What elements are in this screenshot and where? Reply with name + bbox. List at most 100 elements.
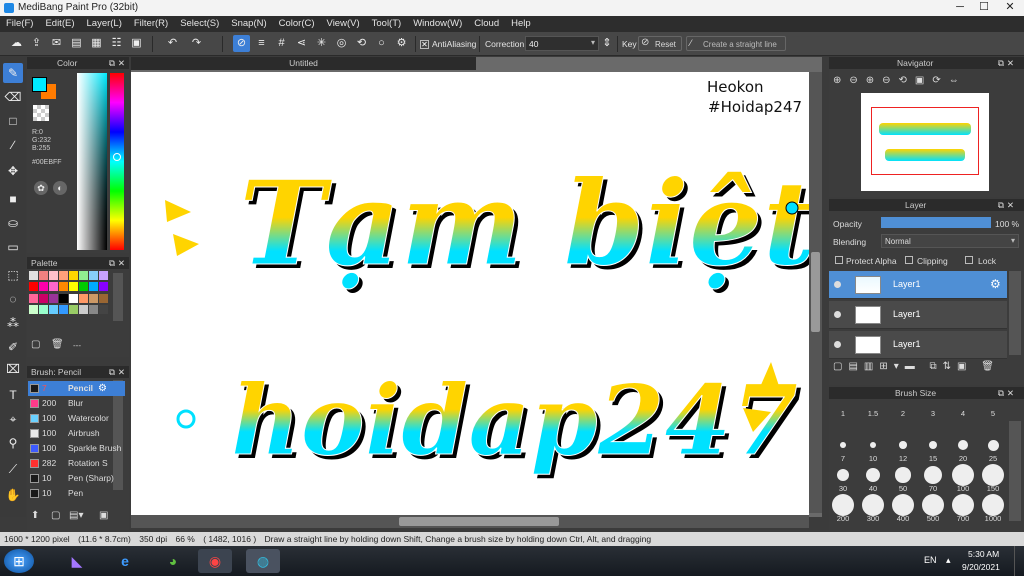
brush-size-option[interactable]: 150 xyxy=(979,463,1007,493)
brush-size-option[interactable]: 15 xyxy=(919,433,947,463)
eye-icon[interactable] xyxy=(834,341,841,348)
lock-checkbox[interactable] xyxy=(965,256,973,264)
snap-circle-icon[interactable]: ○ xyxy=(373,35,390,52)
palette-swatch[interactable] xyxy=(69,271,78,280)
minimize-button[interactable]: ─ xyxy=(948,0,972,16)
palette-swatch[interactable] xyxy=(99,282,108,292)
snap-off-icon[interactable]: ⊘ xyxy=(233,35,250,52)
palette-swatch[interactable] xyxy=(29,271,38,280)
straight-line-button[interactable]: ⁄ Create a straight line xyxy=(686,36,786,51)
close-icon[interactable]: ✕ xyxy=(1007,57,1014,69)
close-icon[interactable]: ✕ xyxy=(1007,199,1014,211)
color-history-icon[interactable]: ◐ xyxy=(53,181,67,195)
snap-settings-icon[interactable]: ⚙ xyxy=(393,35,410,52)
reset-button[interactable]: ⊘ Reset xyxy=(638,36,682,51)
save-icon[interactable]: ▣ xyxy=(128,35,145,52)
close-button[interactable]: ✕ xyxy=(998,0,1022,16)
rectangle-tool-icon[interactable]: □ xyxy=(3,111,23,131)
brush-size-option[interactable]: 1 xyxy=(829,403,857,431)
undock-icon[interactable]: ⧉ xyxy=(998,57,1004,69)
brush-size-option[interactable]: 4 xyxy=(949,403,977,431)
palette-swatch[interactable] xyxy=(39,282,48,292)
menu-cloud[interactable]: Cloud xyxy=(468,16,505,32)
brush-size-option[interactable]: 7 xyxy=(829,433,857,463)
palette-swatch[interactable] xyxy=(49,271,58,280)
bucket-tool-icon[interactable]: ⛀ xyxy=(3,213,23,233)
brush-size-option[interactable]: 50 xyxy=(889,463,917,493)
palette-swatch[interactable] xyxy=(39,293,48,303)
gear-icon[interactable]: ⚙ xyxy=(98,381,107,396)
palette-swatch[interactable] xyxy=(59,282,68,292)
palette-swatch[interactable] xyxy=(89,293,98,303)
share-icon[interactable]: ⇪ xyxy=(28,35,45,52)
drawing-canvas[interactable]: Tạm biệt Tạm biệt hoidap247 hoidap247 He… xyxy=(131,72,809,515)
transparent-swatch[interactable] xyxy=(33,105,49,121)
palette-swatch[interactable] xyxy=(69,304,78,314)
brush-size-option[interactable]: 20 xyxy=(949,433,977,463)
brush-size-option[interactable]: 3 xyxy=(919,403,947,431)
clock-time[interactable]: 5:30 AM xyxy=(968,549,999,559)
menu-tool[interactable]: Tool(T) xyxy=(366,16,408,32)
antialiasing-checkbox[interactable]: ✕ xyxy=(420,40,429,49)
comment-icon[interactable]: ✉ xyxy=(48,35,65,52)
blending-select[interactable]: Normal ▾ xyxy=(881,234,1019,248)
menu-snap[interactable]: Snap(N) xyxy=(225,16,272,32)
fill-rectangle-icon[interactable]: ■ xyxy=(3,189,23,209)
clipping-checkbox[interactable] xyxy=(905,256,913,264)
layer-toolbar[interactable]: ▢▤▥⊞▾▬ ⧉⇅▣ 🗑 xyxy=(833,361,1000,372)
gradation-tool-icon[interactable]: ▭ xyxy=(3,237,23,257)
opacity-slider[interactable] xyxy=(881,217,991,228)
brush-item[interactable]: 100 Sparkle Brush xyxy=(28,441,125,456)
brush-size-option[interactable]: 30 xyxy=(829,463,857,493)
palette-swatch[interactable] xyxy=(99,271,108,280)
snap-radial-icon[interactable]: ✳ xyxy=(313,35,330,52)
brush-size-option[interactable]: 12 xyxy=(889,433,917,463)
color-wheel-icon[interactable]: ✿ xyxy=(34,181,48,195)
snap-grid-icon[interactable]: # xyxy=(273,35,290,52)
vertical-scrollbar[interactable] xyxy=(809,72,822,513)
close-icon[interactable]: ✕ xyxy=(118,366,125,378)
cloud-icon[interactable]: ☁ xyxy=(8,35,25,52)
eye-icon[interactable] xyxy=(834,281,841,288)
brush-size-option[interactable]: 40 xyxy=(859,463,887,493)
brush-size-option[interactable]: 25 xyxy=(979,433,1007,463)
brush-size-option[interactable]: 700 xyxy=(949,493,977,523)
internet-explorer-icon[interactable]: e xyxy=(108,549,142,573)
palette-swatch[interactable] xyxy=(79,271,88,280)
layer-row[interactable]: Layer1 xyxy=(829,331,1007,359)
palette-swatch[interactable] xyxy=(89,282,98,292)
menu-help[interactable]: Help xyxy=(505,16,537,32)
hue-handle[interactable] xyxy=(113,153,121,161)
language-indicator[interactable]: EN xyxy=(924,555,937,565)
palette-swatch[interactable] xyxy=(59,293,68,303)
layer-scrollbar[interactable] xyxy=(1009,271,1021,355)
menu-file[interactable]: File(F) xyxy=(0,16,39,32)
undock-icon[interactable]: ⧉ xyxy=(998,199,1004,211)
palette-swatch[interactable] xyxy=(29,293,38,303)
layer-row[interactable]: Layer1 xyxy=(829,301,1007,329)
snap-curve-icon[interactable]: ⟲ xyxy=(353,35,370,52)
dot-tool-icon[interactable]: ∕ xyxy=(3,135,23,155)
visual-studio-icon[interactable]: ◣ xyxy=(60,549,94,573)
brush-size-option[interactable]: 500 xyxy=(919,493,947,523)
menu-color[interactable]: Color(C) xyxy=(273,16,321,32)
layer-row[interactable]: Layer1 ⚙ xyxy=(829,271,1007,299)
brush-size-option[interactable]: 300 xyxy=(859,493,887,523)
main-color-swatch[interactable] xyxy=(32,77,47,92)
menu-layer[interactable]: Layer(L) xyxy=(81,16,128,32)
maximize-button[interactable]: ☐ xyxy=(972,0,996,16)
open-file-icon[interactable]: ▦ xyxy=(88,35,105,52)
palette-swatch[interactable] xyxy=(49,293,58,303)
horizontal-scroll-thumb[interactable] xyxy=(399,517,559,526)
undock-icon[interactable]: ⧉ xyxy=(109,257,115,269)
palette-swatch[interactable] xyxy=(79,304,88,314)
brush-size-option[interactable]: 100 xyxy=(949,463,977,493)
move-tool-icon[interactable]: ✥ xyxy=(3,161,23,181)
undock-icon[interactable]: ⧉ xyxy=(998,387,1004,399)
palette-scrollbar[interactable] xyxy=(113,273,123,321)
palette-swatch[interactable] xyxy=(39,304,48,314)
palette-swatch[interactable] xyxy=(69,293,78,303)
brush-item[interactable]: 7 Pencil ⚙ xyxy=(28,381,125,396)
brush-size-option[interactable]: 1.5 xyxy=(859,403,887,431)
undock-icon[interactable]: ⧉ xyxy=(109,57,115,69)
